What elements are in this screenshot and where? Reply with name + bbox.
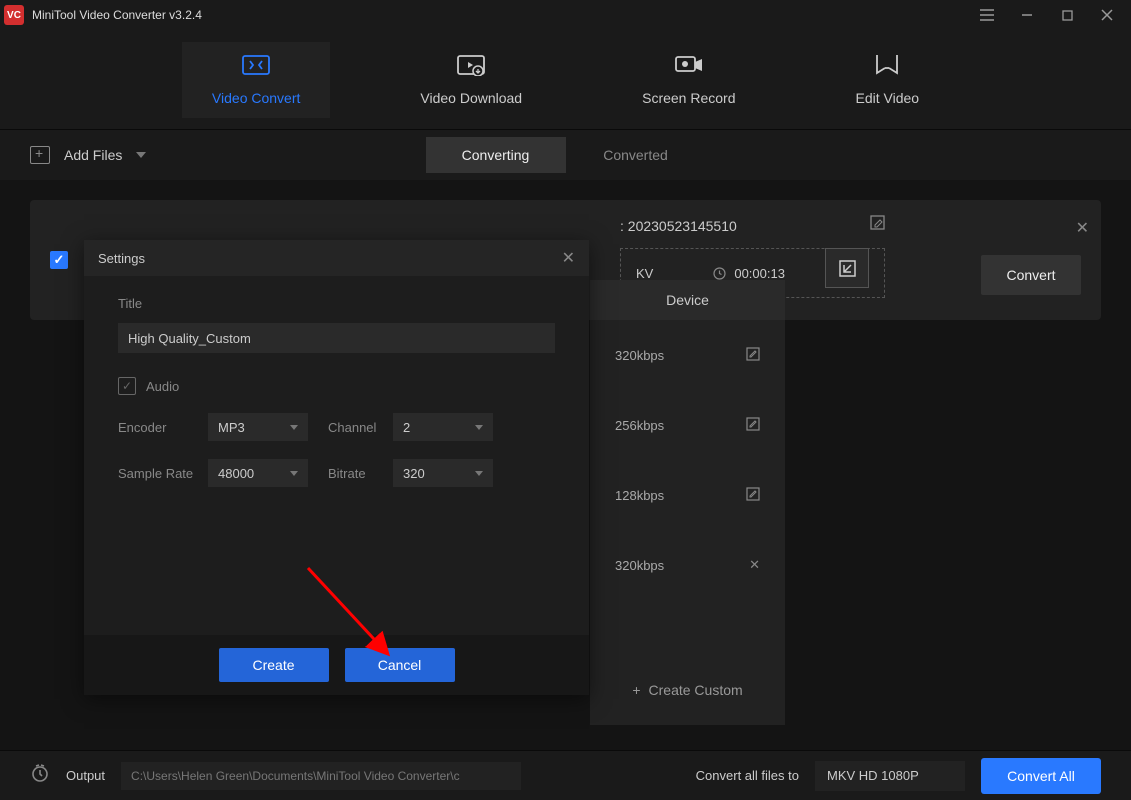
tab-screen-record[interactable]: Screen Record [612, 42, 765, 118]
chevron-down-icon [290, 425, 298, 430]
clock-icon[interactable] [30, 763, 50, 788]
file-checkbox[interactable]: ✓ [50, 251, 68, 269]
plus-icon: + [632, 682, 640, 698]
output-label: Output [66, 768, 105, 783]
toolbar: Add Files Converting Converted [0, 130, 1131, 180]
target-format-button[interactable] [825, 248, 869, 288]
tab-video-download[interactable]: Video Download [390, 42, 552, 118]
settings-title: Settings [98, 251, 145, 266]
edit-icon[interactable] [746, 487, 760, 504]
tab-label: Screen Record [642, 90, 735, 106]
tab-label: Video Download [420, 90, 522, 106]
convert-all-label: Convert all files to [696, 768, 799, 783]
minimize-button[interactable] [1007, 0, 1047, 30]
device-item[interactable]: 320kbps [590, 320, 785, 390]
format-value: MKV HD 1080P [827, 768, 919, 783]
settings-body: Title ✓ Audio Encoder MP3 Channel 2 [84, 276, 589, 507]
device-header: Device [590, 280, 785, 320]
tab-converted[interactable]: Converted [566, 137, 706, 173]
close-icon[interactable]: ✕ [1076, 218, 1089, 238]
menu-icon[interactable] [967, 0, 1007, 30]
create-button[interactable]: Create [219, 648, 329, 682]
maximize-button[interactable] [1047, 0, 1087, 30]
chevron-down-icon [475, 471, 483, 476]
encoder-value: MP3 [218, 420, 245, 435]
duration: 00:00:13 [734, 266, 785, 281]
output-path-select[interactable]: C:\Users\Helen Green\Documents\MiniTool … [121, 762, 521, 790]
edit-video-icon [872, 54, 902, 76]
edit-icon[interactable] [870, 215, 885, 235]
audio-label: Audio [146, 379, 179, 394]
add-files-button[interactable]: Add Files [30, 146, 146, 164]
device-item-label: 256kbps [615, 418, 664, 433]
audio-row: ✓ Audio [118, 377, 555, 395]
device-item-label: 128kbps [615, 488, 664, 503]
format-select[interactable]: MKV HD 1080P [815, 761, 965, 791]
download-icon [456, 54, 486, 76]
device-item[interactable]: 128kbps [590, 460, 785, 530]
file-name: : 20230523145510 [620, 218, 737, 234]
device-item[interactable]: 256kbps [590, 390, 785, 460]
edit-icon[interactable] [746, 347, 760, 364]
samplerate-label: Sample Rate [118, 466, 198, 481]
add-files-icon [30, 146, 50, 164]
chevron-down-icon [290, 471, 298, 476]
tab-converting[interactable]: Converting [426, 137, 566, 173]
tab-video-convert[interactable]: Video Convert [182, 42, 330, 118]
bitrate-value: 320 [403, 466, 425, 481]
cancel-button[interactable]: Cancel [345, 648, 455, 682]
device-item[interactable]: 320kbps ✕ [590, 530, 785, 600]
bottom-bar: Output C:\Users\Helen Green\Documents\Mi… [0, 750, 1131, 800]
output-path-value: C:\Users\Helen Green\Documents\MiniTool … [131, 769, 460, 783]
samplerate-select[interactable]: 48000 [208, 459, 308, 487]
bitrate-select[interactable]: 320 [393, 459, 493, 487]
close-button[interactable] [1087, 0, 1127, 30]
settings-footer: Create Cancel [84, 635, 589, 695]
bitrate-label: Bitrate [328, 466, 383, 481]
audio-checkbox[interactable]: ✓ [118, 377, 136, 395]
tab-edit-video[interactable]: Edit Video [826, 42, 950, 118]
chevron-down-icon [136, 152, 146, 158]
main-tabs: Video Convert Video Download Screen Reco… [0, 30, 1131, 130]
close-icon[interactable]: ✕ [562, 248, 575, 268]
encoder-label: Encoder [118, 420, 198, 435]
tab-label: Video Convert [212, 90, 300, 106]
chevron-down-icon [475, 425, 483, 430]
encoder-select[interactable]: MP3 [208, 413, 308, 441]
channel-label: Channel [328, 420, 383, 435]
channel-select[interactable]: 2 [393, 413, 493, 441]
tab-label: Edit Video [856, 90, 920, 106]
app-logo: VC [4, 5, 24, 25]
clock-icon [713, 267, 726, 280]
title-label: Title [118, 296, 555, 311]
target-format: KV [636, 266, 653, 281]
channel-value: 2 [403, 420, 410, 435]
edit-icon[interactable] [746, 417, 760, 434]
settings-modal: Settings ✕ Title ✓ Audio Encoder MP3 Cha… [84, 240, 589, 695]
convert-icon [241, 54, 271, 76]
convert-button[interactable]: Convert [981, 255, 1081, 295]
add-files-label: Add Files [64, 147, 122, 163]
app-title: MiniTool Video Converter v3.2.4 [32, 8, 967, 22]
device-item-label: 320kbps [615, 558, 664, 573]
record-icon [674, 54, 704, 76]
create-custom-label: Create Custom [649, 682, 743, 698]
titlebar: VC MiniTool Video Converter v3.2.4 [0, 0, 1131, 30]
device-item-label: 320kbps [615, 348, 664, 363]
status-tabs: Converting Converted [426, 137, 706, 173]
convert-all-button[interactable]: Convert All [981, 758, 1101, 794]
title-input[interactable] [118, 323, 555, 353]
device-panel: Device 320kbps 256kbps 128kbps 320kbps ✕… [590, 280, 785, 725]
close-icon[interactable]: ✕ [749, 557, 760, 573]
samplerate-value: 48000 [218, 466, 254, 481]
settings-header: Settings ✕ [84, 240, 589, 276]
create-custom-button[interactable]: + Create Custom [590, 670, 785, 710]
